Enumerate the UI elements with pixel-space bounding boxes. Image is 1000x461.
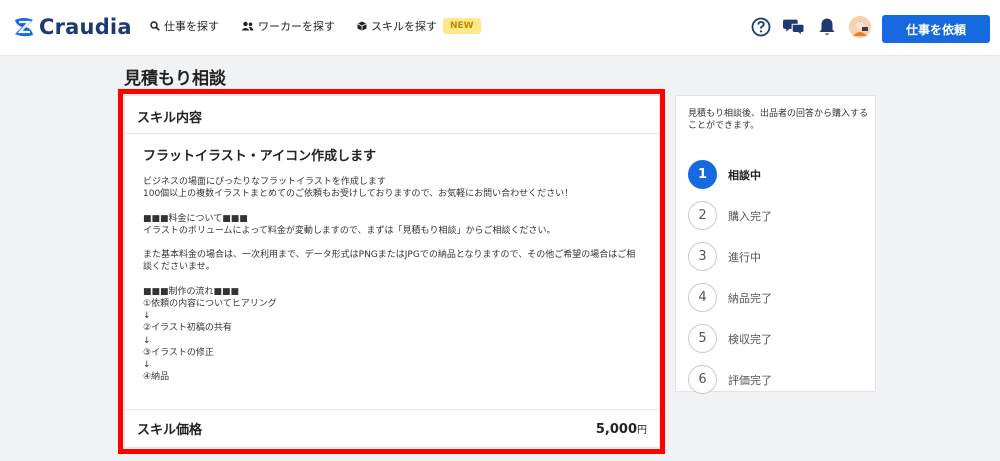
notifications-button[interactable] xyxy=(816,16,838,38)
step-6: 6 評価完了 xyxy=(688,359,772,400)
step-number: 6 xyxy=(688,365,717,394)
skill-price-label: スキル価格 xyxy=(137,423,203,438)
progress-note: 見積もり相談後、出品者の回答から購入することができます。 xyxy=(688,109,869,131)
chat-icon xyxy=(783,19,805,37)
step-3: 3 進行中 xyxy=(688,236,772,277)
users-icon xyxy=(241,21,254,31)
skill-card: スキル内容 フラットイラスト・アイコン作成します ビジネスの場面にぴったりなフラ… xyxy=(124,95,660,448)
step-label: 購入完了 xyxy=(728,209,772,223)
step-2: 2 購入完了 xyxy=(688,195,772,236)
help-button[interactable] xyxy=(750,16,772,38)
search-icon xyxy=(150,21,160,31)
skill-title: フラットイラスト・アイコン作成します xyxy=(143,149,377,164)
skill-price-row: スキル価格 5,000円 xyxy=(125,409,659,447)
step-1: 1 相談中 xyxy=(688,154,772,195)
step-number: 1 xyxy=(688,160,717,189)
site-logo[interactable]: Craudia xyxy=(12,13,132,41)
nav-find-workers[interactable]: ワーカーを探す xyxy=(241,18,335,34)
nav-find-workers-label: ワーカーを探す xyxy=(258,20,335,33)
step-number: 2 xyxy=(688,201,717,230)
top-header: Craudia 仕事を探す ワーカーを探す スキルを探す NEW 仕事を依頼 xyxy=(0,0,1000,56)
request-job-button[interactable]: 仕事を依頼 xyxy=(882,15,990,43)
nav-find-jobs[interactable]: 仕事を探す xyxy=(150,18,219,34)
step-label: 相談中 xyxy=(728,168,761,182)
skill-description: ビジネスの場面にぴったりなフラットイラストを作成します 100個以上の複数イラス… xyxy=(143,177,636,383)
step-5: 5 検収完了 xyxy=(688,318,772,359)
skill-card-header: スキル内容 xyxy=(125,96,659,134)
skill-price-value: 5,000 xyxy=(595,421,637,437)
progress-steps: 1 相談中 2 購入完了 3 進行中 4 納品完了 5 検収完了 6 評価完了 xyxy=(688,154,772,400)
nav-find-jobs-label: 仕事を探す xyxy=(164,20,219,33)
user-avatar[interactable] xyxy=(849,16,871,38)
step-4: 4 納品完了 xyxy=(688,277,772,318)
new-badge: NEW xyxy=(443,18,481,34)
box-icon xyxy=(357,21,367,31)
logo-text: Craudia xyxy=(39,15,132,39)
skill-price-unit: 円 xyxy=(637,424,647,436)
main-nav: 仕事を探す ワーカーを探す スキルを探す NEW xyxy=(150,18,503,34)
step-number: 4 xyxy=(688,283,717,312)
step-number: 5 xyxy=(688,324,717,353)
avatar-image-icon xyxy=(849,16,871,38)
step-label: 検収完了 xyxy=(728,332,772,346)
nav-find-skills-label: スキルを探す xyxy=(371,20,437,33)
messages-button[interactable] xyxy=(783,16,805,38)
help-icon xyxy=(751,17,771,37)
header-icons xyxy=(750,16,871,38)
skill-price: 5,000円 xyxy=(596,421,647,437)
step-label: 評価完了 xyxy=(728,373,772,387)
step-label: 進行中 xyxy=(728,250,761,264)
logo-mark-icon xyxy=(15,18,33,37)
step-label: 納品完了 xyxy=(728,291,772,305)
progress-panel: 見積もり相談後、出品者の回答から購入することができます。 1 相談中 2 購入完… xyxy=(675,95,876,394)
step-number: 3 xyxy=(688,242,717,271)
bell-icon xyxy=(819,18,835,35)
page-title: 見積もり相談 xyxy=(124,69,226,89)
nav-find-skills[interactable]: スキルを探す NEW xyxy=(357,18,481,34)
